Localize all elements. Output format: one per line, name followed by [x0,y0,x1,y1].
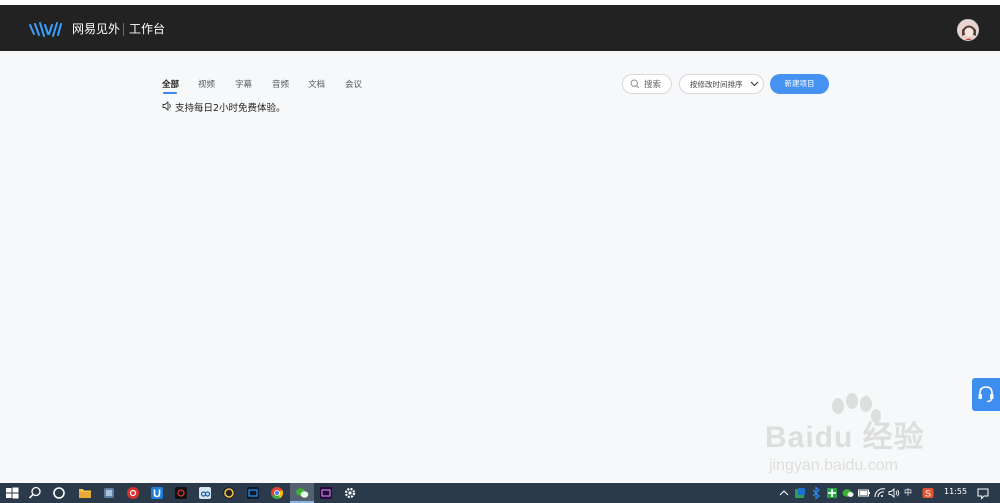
wechat-icon[interactable] [294,485,310,501]
tab-video[interactable]: 视频 [198,78,215,90]
workbench-title[interactable]: 工作台 [129,21,165,37]
sogou-ime-icon[interactable]: S [920,485,936,501]
watermark-url: jingyan.baidu.com [769,457,898,474]
netease-music-icon[interactable] [125,485,141,501]
photoshop-icon[interactable] [245,485,261,501]
notification-center-icon[interactable] [975,485,991,501]
cortana-icon[interactable] [51,485,67,501]
tray-shield-icon[interactable] [792,485,808,501]
baidu-watermark: Baidu 经验 jingyan.baidu.com [765,392,965,482]
search-icon [630,79,640,89]
active-tab-indicator [163,92,177,94]
paw-logo-icon [832,393,881,423]
brand-name[interactable]: 网易见外 [72,21,120,37]
input-method-indicator[interactable]: 中 [904,487,912,498]
tray-expand-chevron-icon[interactable] [776,485,792,501]
app-icon-u[interactable] [149,485,165,501]
tab-all[interactable]: 全部 [162,78,179,90]
chrome-icon[interactable] [269,485,285,501]
battery-icon[interactable] [856,485,872,501]
app-logo-icon[interactable] [28,20,66,38]
header-divider [123,23,124,36]
app-header: 网易见外 工作台 [0,5,1000,51]
svg-text:S: S [925,489,931,499]
taskbar-clock[interactable]: 11:55 [944,487,967,496]
sort-dropdown[interactable]: 按修改时间排序 [679,74,764,94]
headset-icon [978,386,994,403]
watermark-main-text: Baidu 经验 [765,421,925,454]
app-icon-dark[interactable] [173,485,189,501]
volume-icon[interactable] [886,485,902,501]
file-explorer-icon[interactable] [77,485,93,501]
bluetooth-icon[interactable] [808,485,824,501]
windows-start-icon[interactable] [4,485,20,501]
settings-gear-icon[interactable] [342,485,358,501]
tab-subtitle[interactable]: 字幕 [235,78,252,90]
windows-taskbar: 中 S 11:55 [0,483,1000,503]
premiere-icon[interactable] [318,485,334,501]
tab-meeting[interactable]: 会议 [345,78,362,90]
tab-document[interactable]: 文档 [308,78,325,90]
search-taskbar-icon[interactable] [27,485,43,501]
user-avatar[interactable] [957,19,979,41]
tab-audio[interactable]: 音频 [272,78,289,90]
app-icon-do[interactable] [197,485,213,501]
tray-green-app-icon[interactable] [824,485,840,501]
notice-text: 支持每日2小时免费体验。 [175,103,286,114]
search-placeholder: 搜索 [644,80,662,90]
search-box[interactable]: 搜索 [622,74,672,94]
speaker-icon [162,101,171,111]
sort-selected-value: 按修改时间排序 [690,80,743,89]
new-project-button[interactable]: 新建项目 [770,74,829,94]
app-icon-1[interactable] [101,485,117,501]
tray-wechat-icon[interactable] [840,485,856,501]
app-icon-g[interactable] [221,485,237,501]
chevron-down-icon [750,81,759,87]
customer-support-button[interactable] [972,378,1000,411]
